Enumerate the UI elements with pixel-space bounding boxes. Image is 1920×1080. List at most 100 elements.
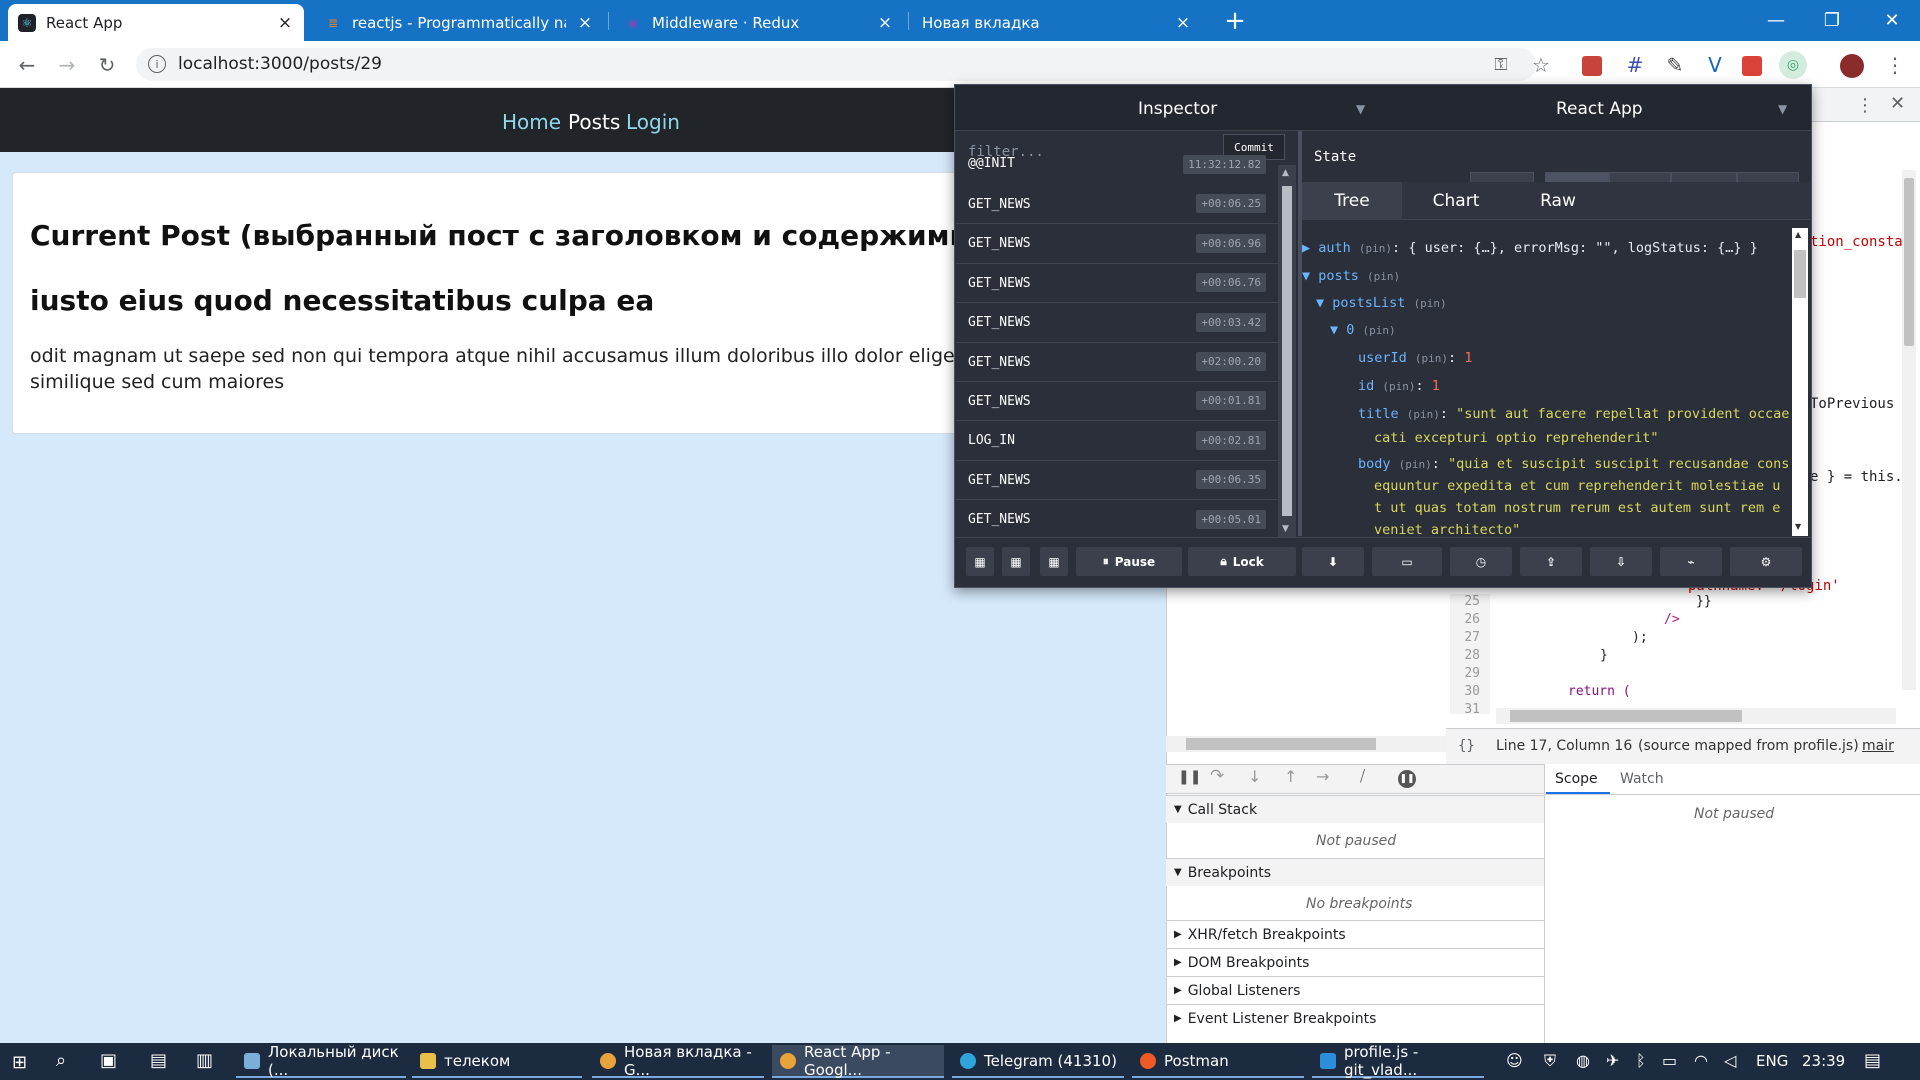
export-button[interactable]: ⇩ — [1590, 547, 1652, 576]
search-icon[interactable]: ⌕ — [56, 1050, 66, 1071]
back-icon[interactable]: ← — [12, 50, 42, 80]
action-item[interactable]: GET_NEWS +00:05.01 — [956, 500, 1278, 540]
call-stack-header[interactable]: ▼ Call Stack — [1166, 795, 1544, 823]
event-listener-breakpoints-header[interactable]: ▶ Event Listener Breakpoints — [1166, 1004, 1544, 1032]
forward-icon[interactable]: → — [52, 50, 82, 80]
nav-home-link[interactable]: Home — [502, 110, 561, 134]
menu-kebab-icon[interactable]: ⋮ — [1880, 50, 1910, 80]
scroll-down-icon[interactable]: ▼ — [1795, 522, 1801, 531]
vue-extension-icon[interactable]: V — [1700, 50, 1730, 80]
layout-left-icon[interactable]: ▦ — [966, 547, 994, 576]
taskbar-item-postman[interactable]: Postman — [1132, 1045, 1304, 1078]
tree-node-posts[interactable]: ▼ posts (pin) — [1302, 268, 1400, 284]
step-icon[interactable]: → — [1316, 767, 1329, 786]
devtools-close-icon[interactable]: ✕ — [1890, 93, 1905, 114]
step-out-icon[interactable]: ↑ — [1284, 767, 1297, 786]
scroll-up-icon[interactable]: ▲ — [1795, 230, 1801, 239]
tab-watch[interactable]: Watch — [1620, 771, 1664, 787]
horizontal-scrollbar-thumb[interactable] — [1510, 710, 1742, 722]
clock[interactable]: 23:39 — [1802, 1052, 1845, 1070]
dom-breakpoints-header[interactable]: ▶ DOM Breakpoints — [1166, 948, 1544, 976]
xhr-breakpoints-header[interactable]: ▶ XHR/fetch Breakpoints — [1166, 920, 1544, 948]
layout-bottom-icon[interactable]: ▦ — [1040, 547, 1068, 576]
breakpoints-header[interactable]: ▼ Breakpoints — [1166, 858, 1544, 886]
action-list-scrollbar-thumb[interactable] — [1282, 186, 1292, 516]
view-tab-raw[interactable]: Raw — [1508, 186, 1608, 216]
new-tab-button[interactable]: + — [1220, 4, 1250, 37]
film-icon[interactable]: ▤ — [150, 1050, 167, 1071]
devtools-menu-icon[interactable]: ⋮ — [1856, 95, 1874, 116]
action-item[interactable]: GET_NEWS +00:06.76 — [956, 264, 1278, 304]
bluetooth-icon[interactable]: ᛒ — [1636, 1051, 1646, 1070]
tab-close-icon[interactable]: × — [876, 13, 894, 33]
tab-close-icon[interactable]: × — [576, 13, 594, 33]
action-item[interactable]: @@INIT 11:32:12.82 — [956, 154, 1278, 174]
action-item[interactable]: GET_NEWS +00:06.96 — [956, 224, 1278, 264]
lock-button[interactable]: 🔒︎ Lock — [1188, 547, 1296, 576]
windows-start-icon[interactable]: ⊞ — [12, 1052, 27, 1073]
address-url[interactable]: localhost:3000/posts/29 — [178, 54, 382, 74]
settings-button[interactable]: ⚙ — [1730, 547, 1802, 576]
pause-on-exceptions-icon[interactable]: ❚❚ — [1398, 770, 1416, 788]
extension-icon[interactable] — [1582, 56, 1602, 76]
battery-icon[interactable]: ▭ — [1662, 1051, 1677, 1070]
bookmark-star-icon[interactable]: ☆ — [1526, 50, 1556, 80]
profile-avatar[interactable] — [1840, 54, 1864, 78]
key-icon[interactable]: ⚿ — [1486, 50, 1516, 80]
pin-button[interactable]: ⬇ — [1302, 547, 1364, 576]
taskbar-item-explorer[interactable]: Локальный диск (... — [236, 1043, 406, 1079]
tree-node-postslist[interactable]: ▼ postsList (pin) — [1316, 295, 1447, 311]
editor-scrollbar-thumb[interactable] — [1904, 178, 1914, 346]
tab-close-icon[interactable]: × — [276, 13, 294, 33]
language-indicator[interactable]: ENG — [1756, 1052, 1788, 1070]
tree-node-body[interactable]: body (pin): "quia et suscipit suscipit r… — [1358, 456, 1789, 472]
taskbar-item-chrome-react[interactable]: React App - Googl... — [772, 1043, 944, 1079]
action-item[interactable]: GET_NEWS +00:06.25 — [956, 185, 1278, 225]
wifi-icon[interactable]: ◠ — [1694, 1051, 1708, 1070]
action-item[interactable]: GET_NEWS +00:03.42 — [956, 303, 1278, 343]
view-tab-chart[interactable]: Chart — [1406, 186, 1506, 216]
tab-react-app[interactable]: ⚛ React App × — [8, 4, 304, 41]
remote-button[interactable]: ⌁ — [1660, 547, 1722, 576]
global-listeners-header[interactable]: ▶ Global Listeners — [1166, 976, 1544, 1004]
taskbar-item-folder[interactable]: телеком — [412, 1045, 582, 1078]
step-over-icon[interactable]: ↷ — [1210, 766, 1224, 786]
taskbar-item-chrome-newtab[interactable]: Новая вкладка - G... — [592, 1043, 764, 1079]
tree-node-index[interactable]: ▼ 0 (pin) — [1330, 322, 1396, 338]
pause-button[interactable]: ⏸ Pause — [1076, 547, 1182, 576]
tree-node-id[interactable]: id (pin): 1 — [1358, 378, 1440, 394]
action-item[interactable]: GET_NEWS +00:06.35 — [956, 461, 1278, 501]
picker-extension-icon[interactable]: ✎ — [1660, 50, 1690, 80]
instance-select[interactable]: React App — [1556, 99, 1643, 119]
red-extension-icon[interactable] — [1742, 56, 1762, 76]
state-scrollbar-thumb[interactable] — [1794, 250, 1806, 298]
tree-node-userid[interactable]: userId (pin): 1 — [1358, 350, 1472, 366]
tray-app-icon[interactable]: ◍ — [1576, 1051, 1590, 1070]
pause-icon[interactable]: ❚❚ — [1178, 769, 1201, 785]
people-icon[interactable]: ☺ — [1506, 1051, 1523, 1070]
nav-login-link[interactable]: Login — [626, 110, 680, 134]
dispatcher-button[interactable]: ▭ — [1372, 547, 1442, 576]
layout-right-icon[interactable]: ▦ — [1002, 547, 1030, 576]
monitor-select[interactable]: Inspector — [1138, 99, 1217, 119]
deactivate-breakpoints-icon[interactable]: ⧸ — [1360, 767, 1365, 785]
tab-redux[interactable]: ◉ Middleware · Redux × — [614, 4, 904, 41]
taskbar-item-vscode[interactable]: profile.js - git_vlad... — [1312, 1043, 1484, 1079]
tab-close-icon[interactable]: × — [1174, 13, 1192, 33]
chevron-down-icon[interactable]: ▼ — [1778, 102, 1787, 116]
info-icon[interactable]: i — [148, 55, 166, 73]
minimize-button[interactable]: — — [1748, 0, 1804, 41]
grid-extension-icon[interactable]: # — [1620, 50, 1650, 80]
action-item[interactable]: GET_NEWS +00:01.81 — [956, 382, 1278, 422]
tree-node-auth[interactable]: ▶ auth (pin): { user: {…}, errorMsg: "",… — [1302, 240, 1758, 256]
action-item[interactable]: LOG_IN +00:02.81 — [956, 421, 1278, 461]
view-tab-tree[interactable]: Tree — [1302, 186, 1402, 216]
telegram-tray-icon[interactable]: ✈ — [1606, 1051, 1619, 1070]
taskbar-item-telegram[interactable]: Telegram (41310) — [952, 1045, 1124, 1078]
pretty-print-button[interactable]: {} — [1458, 738, 1475, 754]
tree-node-title[interactable]: title (pin): "sunt aut facere repellat p… — [1358, 406, 1789, 422]
slider-button[interactable]: ◷ — [1450, 547, 1512, 576]
task-view-icon[interactable]: ▣ — [100, 1050, 117, 1071]
security-icon[interactable]: ⛨ — [1544, 1051, 1556, 1071]
tab-scope[interactable]: Scope — [1555, 771, 1598, 787]
